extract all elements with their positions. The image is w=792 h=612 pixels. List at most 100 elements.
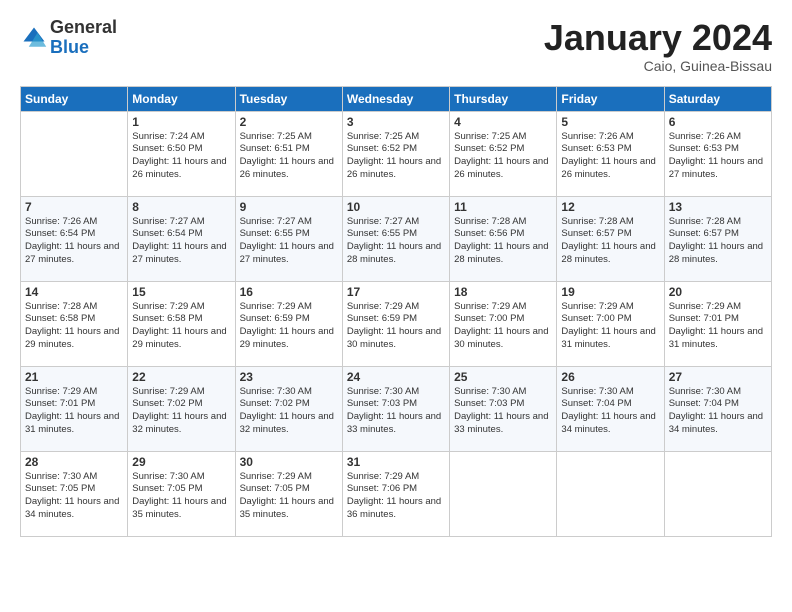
cell-info: Sunrise: 7:27 AM Sunset: 6:55 PM Dayligh… (240, 216, 338, 267)
cell-3-3: 16Sunrise: 7:29 AM Sunset: 6:59 PM Dayli… (235, 281, 342, 366)
cell-2-6: 12Sunrise: 7:28 AM Sunset: 6:57 PM Dayli… (557, 196, 664, 281)
logo-text: General Blue (50, 18, 117, 58)
location: Caio, Guinea-Bissau (544, 58, 772, 74)
cell-5-3: 30Sunrise: 7:29 AM Sunset: 7:05 PM Dayli… (235, 451, 342, 536)
logo-icon (20, 24, 48, 52)
col-header-friday: Friday (557, 86, 664, 111)
day-number: 12 (561, 200, 659, 214)
day-number: 13 (669, 200, 767, 214)
cell-info: Sunrise: 7:30 AM Sunset: 7:04 PM Dayligh… (561, 386, 659, 437)
cell-info: Sunrise: 7:26 AM Sunset: 6:53 PM Dayligh… (561, 131, 659, 182)
week-row-1: 1 Sunrise: 7:24 AM Sunset: 6:50 PM Daylig… (21, 111, 772, 196)
day-number: 8 (132, 200, 230, 214)
cell-3-6: 19Sunrise: 7:29 AM Sunset: 7:00 PM Dayli… (557, 281, 664, 366)
month-title: January 2024 (544, 18, 772, 58)
cell-info: Sunrise: 7:25 AM Sunset: 6:52 PM Dayligh… (454, 131, 552, 182)
cell-info: Sunrise: 7:30 AM Sunset: 7:05 PM Dayligh… (132, 471, 230, 522)
cell-1-5: 4 Sunrise: 7:25 AM Sunset: 6:52 PM Daylig… (450, 111, 557, 196)
col-header-sunday: Sunday (21, 86, 128, 111)
day-number: 28 (25, 455, 123, 469)
week-row-3: 14 Sunrise: 7:28 AM Sunset: 6:58 PM Dayli… (21, 281, 772, 366)
cell-info: Sunrise: 7:29 AM Sunset: 7:01 PM Dayligh… (669, 301, 767, 352)
cell-info: Sunrise: 7:28 AM Sunset: 6:57 PM Dayligh… (669, 216, 767, 267)
day-number: 25 (454, 370, 552, 384)
cell-2-1: 7 Sunrise: 7:26 AM Sunset: 6:54 PM Daylig… (21, 196, 128, 281)
cell-3-4: 17 Sunrise: 7:29 AM Sunset: 6:59 PM Dayli… (342, 281, 449, 366)
day-number: 1 (132, 115, 230, 129)
cell-1-6: 5 Sunrise: 7:26 AM Sunset: 6:53 PM Daylig… (557, 111, 664, 196)
day-number: 19 (561, 285, 659, 299)
cell-1-7: 6 Sunrise: 7:26 AM Sunset: 6:53 PM Daylig… (664, 111, 771, 196)
day-number: 6 (669, 115, 767, 129)
day-number: 10 (347, 200, 445, 214)
cell-info: Sunrise: 7:29 AM Sunset: 7:01 PM Dayligh… (25, 386, 123, 437)
cell-info: Sunrise: 7:29 AM Sunset: 7:02 PM Dayligh… (132, 386, 230, 437)
cell-5-4: 31Sunrise: 7:29 AM Sunset: 7:06 PM Dayli… (342, 451, 449, 536)
cell-info: Sunrise: 7:26 AM Sunset: 6:53 PM Dayligh… (669, 131, 767, 182)
cell-info: Sunrise: 7:26 AM Sunset: 6:54 PM Dayligh… (25, 216, 123, 267)
week-row-5: 28 Sunrise: 7:30 AM Sunset: 7:05 PM Dayli… (21, 451, 772, 536)
cell-info: Sunrise: 7:30 AM Sunset: 7:03 PM Dayligh… (454, 386, 552, 437)
cell-5-6 (557, 451, 664, 536)
day-number: 24 (347, 370, 445, 384)
cell-info: Sunrise: 7:28 AM Sunset: 6:58 PM Dayligh… (25, 301, 123, 352)
day-number: 3 (347, 115, 445, 129)
title-area: January 2024 Caio, Guinea-Bissau (544, 18, 772, 74)
cell-3-7: 20 Sunrise: 7:29 AM Sunset: 7:01 PM Dayli… (664, 281, 771, 366)
day-number: 26 (561, 370, 659, 384)
logo-general: General (50, 18, 117, 38)
col-header-wednesday: Wednesday (342, 86, 449, 111)
calendar-table: SundayMondayTuesdayWednesdayThursdayFrid… (20, 86, 772, 537)
cell-1-3: 2 Sunrise: 7:25 AM Sunset: 6:51 PM Daylig… (235, 111, 342, 196)
cell-2-2: 8 Sunrise: 7:27 AM Sunset: 6:54 PM Daylig… (128, 196, 235, 281)
day-number: 15 (132, 285, 230, 299)
day-number: 29 (132, 455, 230, 469)
cell-3-5: 18Sunrise: 7:29 AM Sunset: 7:00 PM Dayli… (450, 281, 557, 366)
day-number: 9 (240, 200, 338, 214)
cell-info: Sunrise: 7:27 AM Sunset: 6:55 PM Dayligh… (347, 216, 445, 267)
cell-4-5: 25 Sunrise: 7:30 AM Sunset: 7:03 PM Dayli… (450, 366, 557, 451)
cell-2-3: 9 Sunrise: 7:27 AM Sunset: 6:55 PM Daylig… (235, 196, 342, 281)
cell-4-3: 23 Sunrise: 7:30 AM Sunset: 7:02 PM Dayli… (235, 366, 342, 451)
cell-5-2: 29 Sunrise: 7:30 AM Sunset: 7:05 PM Dayli… (128, 451, 235, 536)
header-row: SundayMondayTuesdayWednesdayThursdayFrid… (21, 86, 772, 111)
day-number: 20 (669, 285, 767, 299)
day-number: 14 (25, 285, 123, 299)
cell-1-2: 1 Sunrise: 7:24 AM Sunset: 6:50 PM Daylig… (128, 111, 235, 196)
cell-4-7: 27Sunrise: 7:30 AM Sunset: 7:04 PM Dayli… (664, 366, 771, 451)
day-number: 17 (347, 285, 445, 299)
cell-5-5 (450, 451, 557, 536)
cell-2-7: 13 Sunrise: 7:28 AM Sunset: 6:57 PM Dayli… (664, 196, 771, 281)
cell-info: Sunrise: 7:25 AM Sunset: 6:52 PM Dayligh… (347, 131, 445, 182)
cell-1-1 (21, 111, 128, 196)
week-row-2: 7 Sunrise: 7:26 AM Sunset: 6:54 PM Daylig… (21, 196, 772, 281)
day-number: 4 (454, 115, 552, 129)
cell-info: Sunrise: 7:29 AM Sunset: 7:00 PM Dayligh… (454, 301, 552, 352)
cell-info: Sunrise: 7:30 AM Sunset: 7:03 PM Dayligh… (347, 386, 445, 437)
cell-4-2: 22 Sunrise: 7:29 AM Sunset: 7:02 PM Dayli… (128, 366, 235, 451)
day-number: 5 (561, 115, 659, 129)
col-header-saturday: Saturday (664, 86, 771, 111)
day-number: 30 (240, 455, 338, 469)
page: General Blue January 2024 Caio, Guinea-B… (0, 0, 792, 547)
day-number: 11 (454, 200, 552, 214)
cell-info: Sunrise: 7:24 AM Sunset: 6:50 PM Dayligh… (132, 131, 230, 182)
col-header-tuesday: Tuesday (235, 86, 342, 111)
cell-info: Sunrise: 7:27 AM Sunset: 6:54 PM Dayligh… (132, 216, 230, 267)
logo-blue: Blue (50, 38, 117, 58)
cell-2-5: 11Sunrise: 7:28 AM Sunset: 6:56 PM Dayli… (450, 196, 557, 281)
day-number: 21 (25, 370, 123, 384)
cell-3-1: 14 Sunrise: 7:28 AM Sunset: 6:58 PM Dayli… (21, 281, 128, 366)
cell-info: Sunrise: 7:29 AM Sunset: 6:59 PM Dayligh… (347, 301, 445, 352)
cell-4-6: 26 Sunrise: 7:30 AM Sunset: 7:04 PM Dayli… (557, 366, 664, 451)
day-number: 31 (347, 455, 445, 469)
day-number: 22 (132, 370, 230, 384)
cell-4-1: 21 Sunrise: 7:29 AM Sunset: 7:01 PM Dayli… (21, 366, 128, 451)
cell-info: Sunrise: 7:25 AM Sunset: 6:51 PM Dayligh… (240, 131, 338, 182)
day-number: 23 (240, 370, 338, 384)
cell-5-1: 28Sunrise: 7:30 AM Sunset: 7:05 PM Dayli… (21, 451, 128, 536)
day-number: 2 (240, 115, 338, 129)
cell-info: Sunrise: 7:30 AM Sunset: 7:02 PM Dayligh… (240, 386, 338, 437)
day-number: 27 (669, 370, 767, 384)
day-number: 7 (25, 200, 123, 214)
